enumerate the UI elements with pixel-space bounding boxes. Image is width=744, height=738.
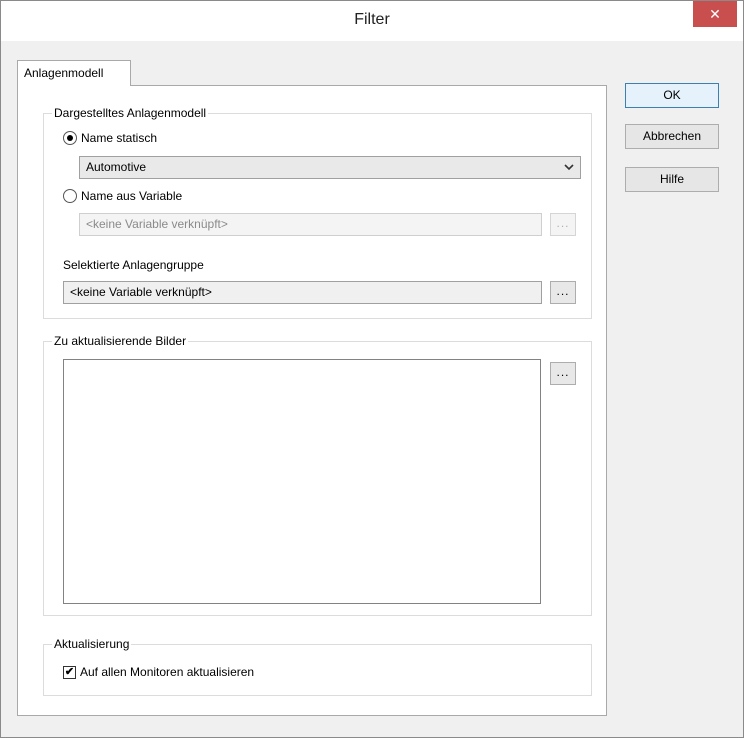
variable-name-field[interactable]: <keine Variable verknüpft>: [79, 213, 542, 236]
radio-name-variable[interactable]: Name aus Variable: [63, 189, 182, 203]
title-bar: Filter ✕: [1, 1, 743, 41]
tab-anlagenmodell[interactable]: Anlagenmodell: [17, 60, 131, 86]
group-update-label: Aktualisierung: [52, 637, 132, 651]
window-title: Filter: [354, 11, 390, 28]
group-plant-model: Dargestelltes Anlagenmodell Name statisc…: [43, 106, 592, 319]
update-all-monitors-option[interactable]: ✔ Auf allen Monitoren aktualisieren: [63, 665, 254, 679]
pictures-list[interactable]: [63, 359, 541, 604]
selected-group-browse-button[interactable]: ...: [550, 281, 576, 304]
pictures-browse-button[interactable]: ...: [550, 362, 576, 385]
group-plant-model-label: Dargestelltes Anlagenmodell: [52, 106, 209, 120]
close-button[interactable]: ✕: [693, 1, 737, 27]
selected-group-field[interactable]: <keine Variable verknüpft>: [63, 281, 542, 304]
chevron-down-icon: [564, 157, 574, 185]
group-update: Aktualisierung ✔ Auf allen Monitoren akt…: [43, 637, 592, 696]
close-icon: ✕: [709, 6, 721, 22]
radio-name-static-label: Name statisch: [81, 131, 158, 145]
static-name-select[interactable]: Automotive: [79, 156, 581, 179]
help-button[interactable]: Hilfe: [625, 167, 719, 192]
variable-browse-button[interactable]: ...: [550, 213, 576, 236]
filter-dialog: Filter ✕ Anlagenmodell Dargestelltes Anl…: [0, 0, 744, 738]
ok-button[interactable]: OK: [625, 83, 719, 108]
selected-group-label: Selektierte Anlagengruppe: [63, 258, 204, 272]
static-name-select-value: Automotive: [86, 160, 147, 174]
cancel-button[interactable]: Abbrechen: [625, 124, 719, 149]
group-pictures: Zu aktualisierende Bilder ...: [43, 334, 592, 616]
update-all-monitors-label: Auf allen Monitoren aktualisieren: [80, 665, 255, 679]
radio-name-static[interactable]: Name statisch: [63, 131, 157, 145]
radio-button-static[interactable]: [63, 131, 77, 145]
group-pictures-label: Zu aktualisierende Bilder: [52, 334, 189, 348]
tab-panel-anlagenmodell: Dargestelltes Anlagenmodell Name statisc…: [17, 85, 607, 716]
update-all-monitors-checkbox[interactable]: ✔: [63, 665, 76, 679]
radio-name-variable-label: Name aus Variable: [81, 189, 183, 203]
dialog-body: Anlagenmodell Dargestelltes Anlagenmodel…: [1, 41, 743, 737]
radio-button-variable[interactable]: [63, 189, 77, 203]
